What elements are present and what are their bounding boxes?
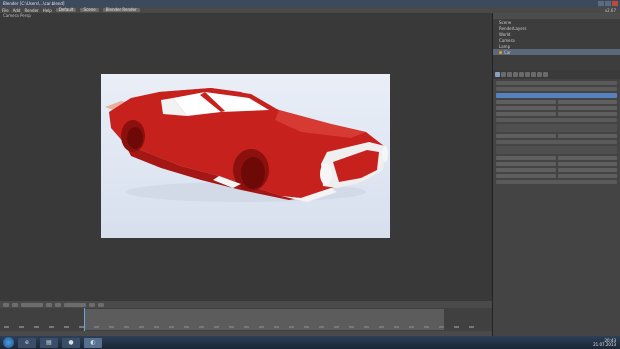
properties-row[interactable] bbox=[496, 168, 617, 172]
car-render-image bbox=[105, 88, 388, 202]
properties-row[interactable] bbox=[496, 156, 617, 160]
texture-tab-icon[interactable] bbox=[543, 72, 548, 77]
maximize-icon[interactable] bbox=[605, 1, 611, 6]
world-tab-icon[interactable] bbox=[513, 72, 518, 77]
screen-layout-select[interactable]: Default bbox=[55, 8, 77, 12]
viewport-toolbar bbox=[0, 301, 492, 308]
menu-render[interactable]: Render bbox=[24, 8, 38, 13]
properties-row[interactable] bbox=[496, 87, 617, 91]
view-menu[interactable] bbox=[3, 302, 9, 307]
material-tab-icon[interactable] bbox=[537, 72, 542, 77]
scene-tab-icon[interactable] bbox=[507, 72, 512, 77]
render-engine-select[interactable]: Blender Render bbox=[102, 8, 140, 12]
properties-row[interactable] bbox=[496, 140, 617, 144]
properties-tabs bbox=[493, 70, 620, 79]
ie-icon[interactable]: e bbox=[18, 337, 36, 348]
rendered-car-preview bbox=[101, 74, 390, 238]
properties-row[interactable] bbox=[496, 112, 617, 116]
properties-section[interactable] bbox=[496, 124, 617, 132]
pivot-icon[interactable] bbox=[55, 302, 61, 307]
close-icon[interactable] bbox=[612, 1, 618, 6]
object-tab-icon[interactable] bbox=[519, 72, 524, 77]
properties-row[interactable] bbox=[496, 180, 617, 184]
system-tray-clock[interactable]: 20:43 21.07.2013 bbox=[593, 338, 616, 347]
properties-row[interactable] bbox=[496, 118, 617, 122]
scene-select[interactable]: Scene bbox=[80, 8, 99, 12]
properties-panel bbox=[492, 70, 620, 336]
snap-icon[interactable] bbox=[98, 302, 104, 307]
properties-row[interactable] bbox=[496, 106, 617, 110]
properties-row[interactable] bbox=[496, 100, 617, 104]
shading-icon[interactable] bbox=[46, 302, 52, 307]
render-tab-icon[interactable] bbox=[495, 72, 500, 77]
minimize-icon[interactable] bbox=[598, 1, 604, 6]
windows-taskbar: e ▤ ● ◐ 20:43 21.07.2013 bbox=[0, 336, 620, 349]
layers-tab-icon[interactable] bbox=[501, 72, 506, 77]
properties-row[interactable] bbox=[496, 174, 617, 178]
layers-icon[interactable] bbox=[89, 302, 95, 307]
render-buttons-row[interactable] bbox=[496, 93, 617, 98]
version-label: v2.67 bbox=[604, 7, 616, 13]
clock-date: 21.07.2013 bbox=[593, 341, 616, 347]
menu-file[interactable]: File bbox=[2, 8, 9, 13]
timeline-editor[interactable] bbox=[0, 308, 492, 331]
modifiers-tab-icon[interactable] bbox=[531, 72, 536, 77]
frame-ticks bbox=[0, 326, 496, 330]
window-title: Blender [C:\Users\...\car.blend] bbox=[3, 1, 65, 6]
explorer-icon[interactable]: ▤ bbox=[40, 337, 58, 348]
outliner-item-selected[interactable]: Car bbox=[493, 49, 620, 55]
chrome-icon[interactable]: ● bbox=[62, 337, 80, 348]
select-menu[interactable] bbox=[12, 302, 18, 307]
mode-select[interactable] bbox=[21, 302, 43, 307]
transform-orientation-select[interactable] bbox=[64, 302, 86, 307]
menu-help[interactable]: Help bbox=[43, 8, 52, 13]
properties-row[interactable] bbox=[496, 134, 617, 138]
properties-row[interactable] bbox=[496, 81, 617, 85]
properties-row[interactable] bbox=[496, 162, 617, 166]
menu-add[interactable]: Add bbox=[13, 8, 21, 13]
windows-start-icon[interactable] bbox=[3, 337, 14, 348]
window-controls bbox=[598, 1, 618, 6]
constraints-tab-icon[interactable] bbox=[525, 72, 530, 77]
window-titlebar: Blender [C:\Users\...\car.blend] bbox=[0, 0, 620, 7]
outliner-panel: Scene RenderLayers World Camera Lamp Car bbox=[492, 13, 620, 70]
properties-section[interactable] bbox=[496, 146, 617, 154]
object-icon bbox=[499, 50, 502, 54]
blender-icon[interactable]: ◐ bbox=[84, 337, 102, 348]
